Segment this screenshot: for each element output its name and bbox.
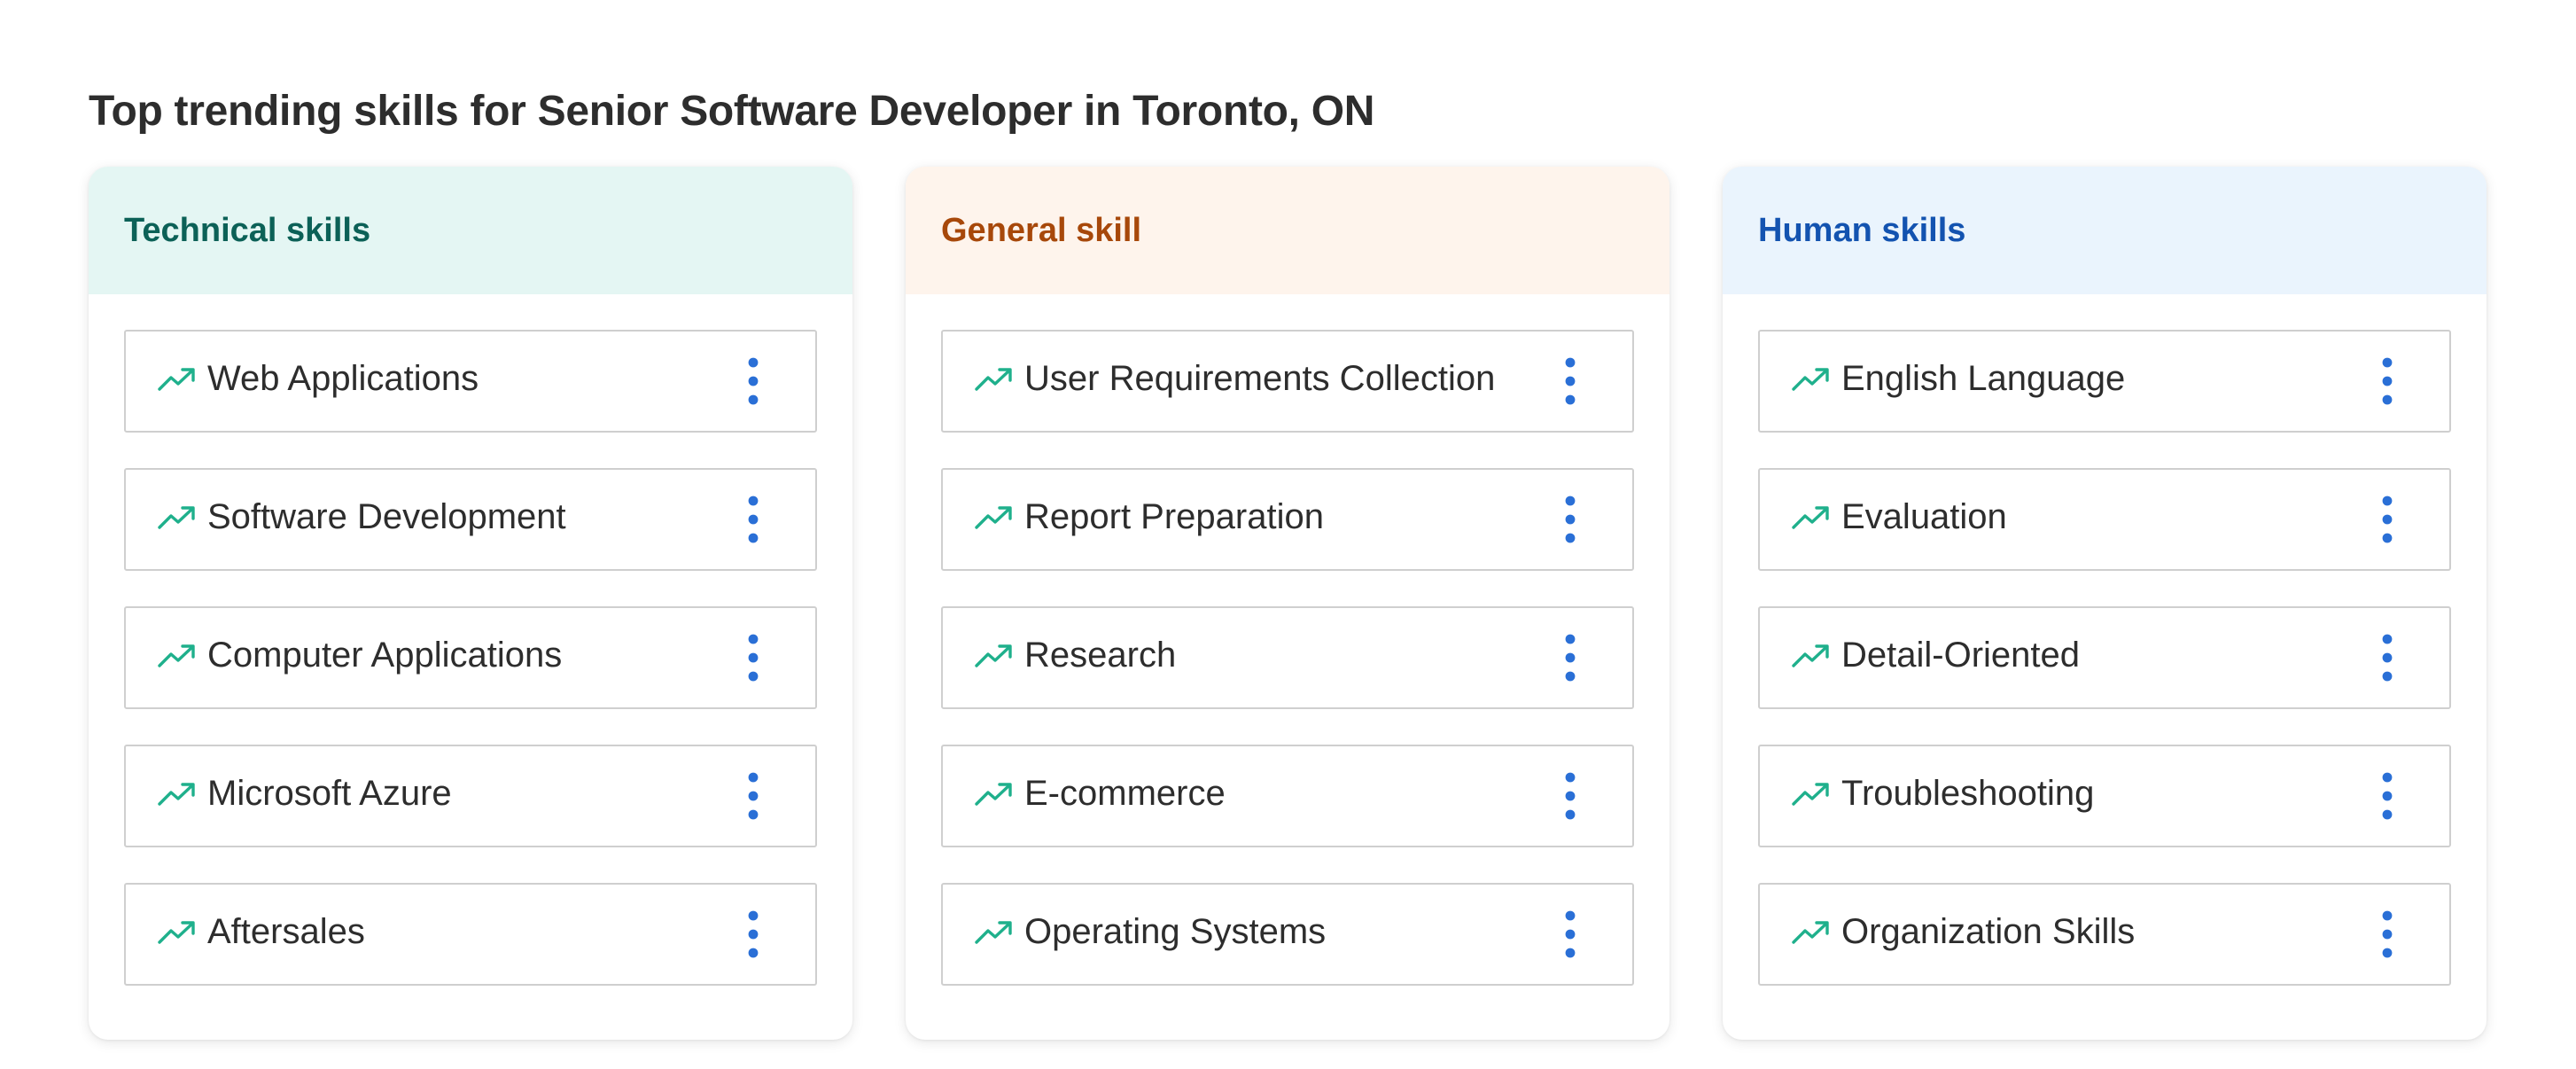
skill-label: Operating Systems bbox=[1024, 911, 1327, 951]
skill-label: Detail-Oriented bbox=[1841, 635, 2081, 675]
card-header: Human skills bbox=[1723, 167, 2487, 294]
card-title: Human skills bbox=[1758, 211, 1966, 249]
trending-up-icon bbox=[1792, 366, 1831, 393]
skill-item: Computer Applications bbox=[124, 606, 817, 709]
skill-item: Organization Skills bbox=[1758, 883, 2451, 986]
trending-up-icon bbox=[158, 919, 197, 946]
skill-label: English Language bbox=[1841, 358, 2126, 398]
skill-label: Web Applications bbox=[207, 358, 479, 398]
more-vertical-icon bbox=[1565, 495, 1576, 543]
trending-up-icon bbox=[158, 781, 197, 808]
more-options-button[interactable] bbox=[1553, 488, 1588, 550]
page-title: Top trending skills for Senior Software … bbox=[89, 88, 1375, 135]
more-options-button[interactable] bbox=[735, 350, 771, 412]
skill-item: Troubleshooting bbox=[1758, 745, 2451, 847]
skill-label: Microsoft Azure bbox=[207, 773, 452, 813]
more-vertical-icon bbox=[748, 910, 759, 958]
skill-item: E-commerce bbox=[941, 745, 1634, 847]
skill-label: Research bbox=[1024, 635, 1177, 675]
more-options-button[interactable] bbox=[735, 903, 771, 965]
skill-label: E-commerce bbox=[1024, 773, 1226, 813]
skill-cards: Technical skills Web Applications Softwa… bbox=[89, 167, 2487, 1040]
trending-up-icon bbox=[1792, 643, 1831, 669]
more-vertical-icon bbox=[748, 634, 759, 682]
more-options-button[interactable] bbox=[1553, 627, 1588, 689]
trending-up-icon bbox=[1792, 919, 1831, 946]
trending-up-icon bbox=[975, 643, 1014, 669]
more-options-button[interactable] bbox=[2370, 765, 2405, 827]
skill-list: English Language Evaluation Detail-Orien… bbox=[1723, 294, 2487, 986]
skill-item: Microsoft Azure bbox=[124, 745, 817, 847]
skill-item: Aftersales bbox=[124, 883, 817, 986]
skill-item: Report Preparation bbox=[941, 468, 1634, 571]
skill-item: English Language bbox=[1758, 330, 2451, 433]
skill-item: User Requirements Collection bbox=[941, 330, 1634, 433]
more-vertical-icon bbox=[748, 357, 759, 405]
more-vertical-icon bbox=[2382, 357, 2393, 405]
technical-skills-card: Technical skills Web Applications Softwa… bbox=[89, 167, 852, 1040]
more-vertical-icon bbox=[2382, 495, 2393, 543]
skill-label: Organization Skills bbox=[1841, 911, 2136, 951]
skill-list: Web Applications Software Development Co… bbox=[89, 294, 852, 986]
skill-label: Computer Applications bbox=[207, 635, 563, 675]
skill-item: Software Development bbox=[124, 468, 817, 571]
skill-label: User Requirements Collection bbox=[1024, 358, 1496, 398]
more-options-button[interactable] bbox=[1553, 350, 1588, 412]
more-vertical-icon bbox=[1565, 357, 1576, 405]
skill-item: Operating Systems bbox=[941, 883, 1634, 986]
more-options-button[interactable] bbox=[735, 765, 771, 827]
skill-list: User Requirements Collection Report Prep… bbox=[906, 294, 1669, 986]
skill-label: Troubleshooting bbox=[1841, 773, 2095, 813]
more-options-button[interactable] bbox=[1553, 765, 1588, 827]
trending-up-icon bbox=[975, 781, 1014, 808]
more-options-button[interactable] bbox=[2370, 903, 2405, 965]
more-vertical-icon bbox=[748, 495, 759, 543]
trending-up-icon bbox=[975, 504, 1014, 531]
skill-label: Aftersales bbox=[207, 911, 365, 951]
more-vertical-icon bbox=[2382, 634, 2393, 682]
more-vertical-icon bbox=[1565, 772, 1576, 820]
skill-item: Evaluation bbox=[1758, 468, 2451, 571]
skill-label: Software Development bbox=[207, 496, 566, 536]
more-vertical-icon bbox=[1565, 910, 1576, 958]
skill-item: Research bbox=[941, 606, 1634, 709]
card-header: General skill bbox=[906, 167, 1669, 294]
general-skill-card: General skill User Requirements Collecti… bbox=[906, 167, 1669, 1040]
more-options-button[interactable] bbox=[735, 488, 771, 550]
trending-up-icon bbox=[158, 366, 197, 393]
trending-up-icon bbox=[975, 366, 1014, 393]
skill-label: Evaluation bbox=[1841, 496, 2007, 536]
human-skills-card: Human skills English Language Evaluation… bbox=[1723, 167, 2487, 1040]
trending-up-icon bbox=[1792, 781, 1831, 808]
more-vertical-icon bbox=[748, 772, 759, 820]
more-vertical-icon bbox=[2382, 910, 2393, 958]
more-options-button[interactable] bbox=[1553, 903, 1588, 965]
card-title: General skill bbox=[941, 211, 1142, 249]
card-header: Technical skills bbox=[89, 167, 852, 294]
more-options-button[interactable] bbox=[735, 627, 771, 689]
card-title: Technical skills bbox=[124, 211, 371, 249]
trending-up-icon bbox=[1792, 504, 1831, 531]
skill-item: Web Applications bbox=[124, 330, 817, 433]
more-options-button[interactable] bbox=[2370, 627, 2405, 689]
more-vertical-icon bbox=[1565, 634, 1576, 682]
trending-up-icon bbox=[158, 504, 197, 531]
trending-up-icon bbox=[158, 643, 197, 669]
more-options-button[interactable] bbox=[2370, 350, 2405, 412]
skill-item: Detail-Oriented bbox=[1758, 606, 2451, 709]
more-options-button[interactable] bbox=[2370, 488, 2405, 550]
skill-label: Report Preparation bbox=[1024, 496, 1324, 536]
more-vertical-icon bbox=[2382, 772, 2393, 820]
trending-up-icon bbox=[975, 919, 1014, 946]
